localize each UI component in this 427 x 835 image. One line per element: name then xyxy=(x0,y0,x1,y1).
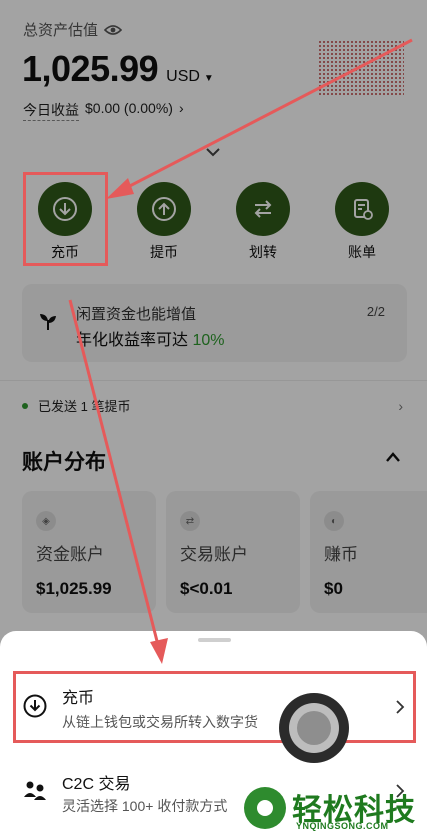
deposit-option-highlight-box xyxy=(13,671,416,743)
c2c-option-title: C2C 交易 xyxy=(62,776,131,793)
watermark-domain: YNQINGSONG.COM xyxy=(296,821,389,831)
assistive-touch-ring xyxy=(289,703,339,753)
c2c-option-subtitle: 灵活选择 100+ 收付款方式 xyxy=(62,798,228,814)
deposit-highlight-box xyxy=(23,172,108,266)
users-icon xyxy=(24,781,46,800)
leaf-logo-icon xyxy=(244,787,286,829)
watermark-logo: 轻松科技 YNQINGSONG.COM xyxy=(244,785,426,835)
assistive-touch-button[interactable] xyxy=(279,693,349,763)
assistive-touch-core xyxy=(297,711,331,745)
sheet-grab-handle[interactable] xyxy=(198,638,231,642)
leaf-mark xyxy=(257,800,273,816)
